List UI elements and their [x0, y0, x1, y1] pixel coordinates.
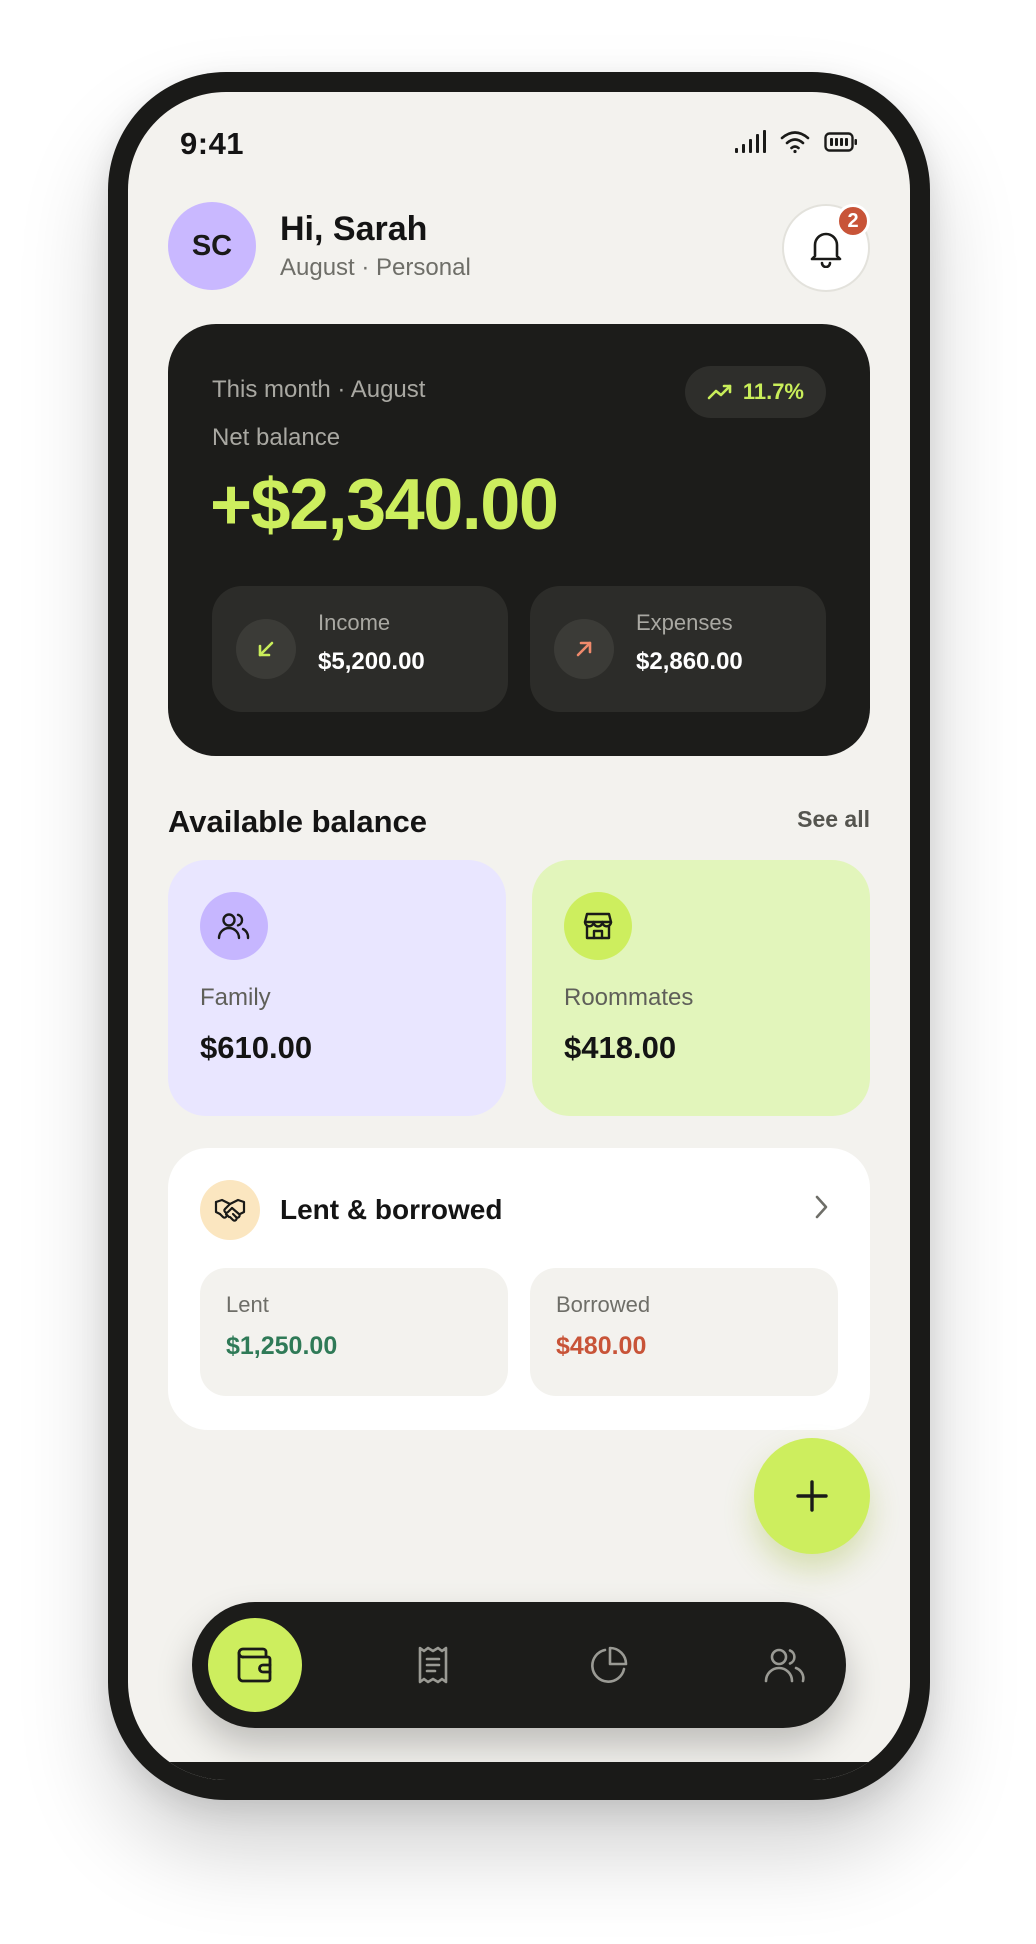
receipt-icon — [418, 1646, 448, 1684]
income-label: Income — [318, 610, 391, 635]
net-balance-card[interactable]: This month · August 11.7% Net balance +$… — [168, 324, 870, 756]
bell-icon — [810, 232, 842, 268]
income-box[interactable]: Income $5,200.00 — [212, 586, 508, 712]
pie-chart-icon — [591, 1646, 628, 1683]
borrowed-label: Borrowed — [556, 1292, 651, 1317]
arrow-up-right-icon — [554, 619, 614, 679]
handshake-icon — [200, 1180, 260, 1240]
net-balance-label: Net balance — [212, 424, 341, 451]
borrowed-value: $480.00 — [556, 1332, 647, 1360]
header-subtitle: August · Personal — [280, 254, 471, 281]
see-all-link[interactable]: See all — [797, 806, 870, 833]
notification-badge: 2 — [836, 204, 870, 238]
trend-up-icon — [707, 384, 732, 400]
notifications-button[interactable]: 2 — [782, 204, 870, 292]
nav-transactions[interactable] — [386, 1618, 480, 1712]
bottom-nav — [192, 1602, 846, 1728]
wallet-card-roommates[interactable]: Roommates $418.00 — [532, 860, 870, 1116]
battery-icon — [824, 132, 857, 152]
lent-box[interactable]: Lent $1,250.00 — [200, 1268, 508, 1396]
screen-bottom-edge — [128, 1762, 910, 1780]
plus-icon — [796, 1480, 828, 1512]
net-balance-amount: +$2,340.00 — [210, 465, 559, 545]
wallet-name: Family — [200, 984, 271, 1011]
borrowed-box[interactable]: Borrowed $480.00 — [530, 1268, 838, 1396]
wallet-card-family[interactable]: Family $610.00 — [168, 860, 506, 1116]
greeting: Hi, Sarah — [280, 210, 428, 248]
nav-wallet[interactable] — [208, 1618, 302, 1712]
section-title: Available balance — [168, 804, 428, 839]
chevron-right-icon[interactable] — [808, 1192, 834, 1227]
avatar[interactable]: SC — [168, 202, 256, 290]
people-icon — [764, 1648, 805, 1683]
app-screen: 9:41 SC Hi, Sarah August · Personal 2 Th… — [128, 92, 910, 1780]
balance-period: This month · August — [212, 376, 426, 403]
trend-badge: 11.7% — [684, 366, 826, 418]
lent-borrowed-card[interactable]: Lent & borrowed Lent $1,250.00 Borrowed … — [168, 1148, 870, 1430]
signal-icon — [735, 130, 766, 153]
wallet-amount: $610.00 — [200, 1030, 313, 1065]
trend-value: 11.7% — [742, 379, 804, 404]
add-button[interactable] — [754, 1438, 870, 1554]
income-value: $5,200.00 — [318, 648, 425, 675]
people-icon — [200, 892, 268, 960]
expenses-label: Expenses — [636, 610, 733, 635]
nav-analytics[interactable] — [562, 1618, 656, 1712]
wifi-icon — [780, 131, 810, 154]
wallet-amount: $418.00 — [564, 1030, 677, 1065]
wallet-name: Roommates — [564, 984, 694, 1011]
status-icons — [734, 130, 858, 154]
arrow-down-left-icon — [236, 619, 296, 679]
expenses-value: $2,860.00 — [636, 648, 743, 675]
expenses-box[interactable]: Expenses $2,860.00 — [530, 586, 826, 712]
lent-value: $1,250.00 — [226, 1332, 338, 1360]
store-icon — [564, 892, 632, 960]
wallet-icon — [237, 1647, 272, 1683]
nav-people[interactable] — [738, 1618, 832, 1712]
phone-frame: 9:41 SC Hi, Sarah August · Personal 2 Th… — [108, 72, 930, 1800]
status-time: 9:41 — [180, 126, 245, 161]
lent-label: Lent — [226, 1292, 269, 1317]
lent-borrowed-title: Lent & borrowed — [280, 1194, 503, 1225]
